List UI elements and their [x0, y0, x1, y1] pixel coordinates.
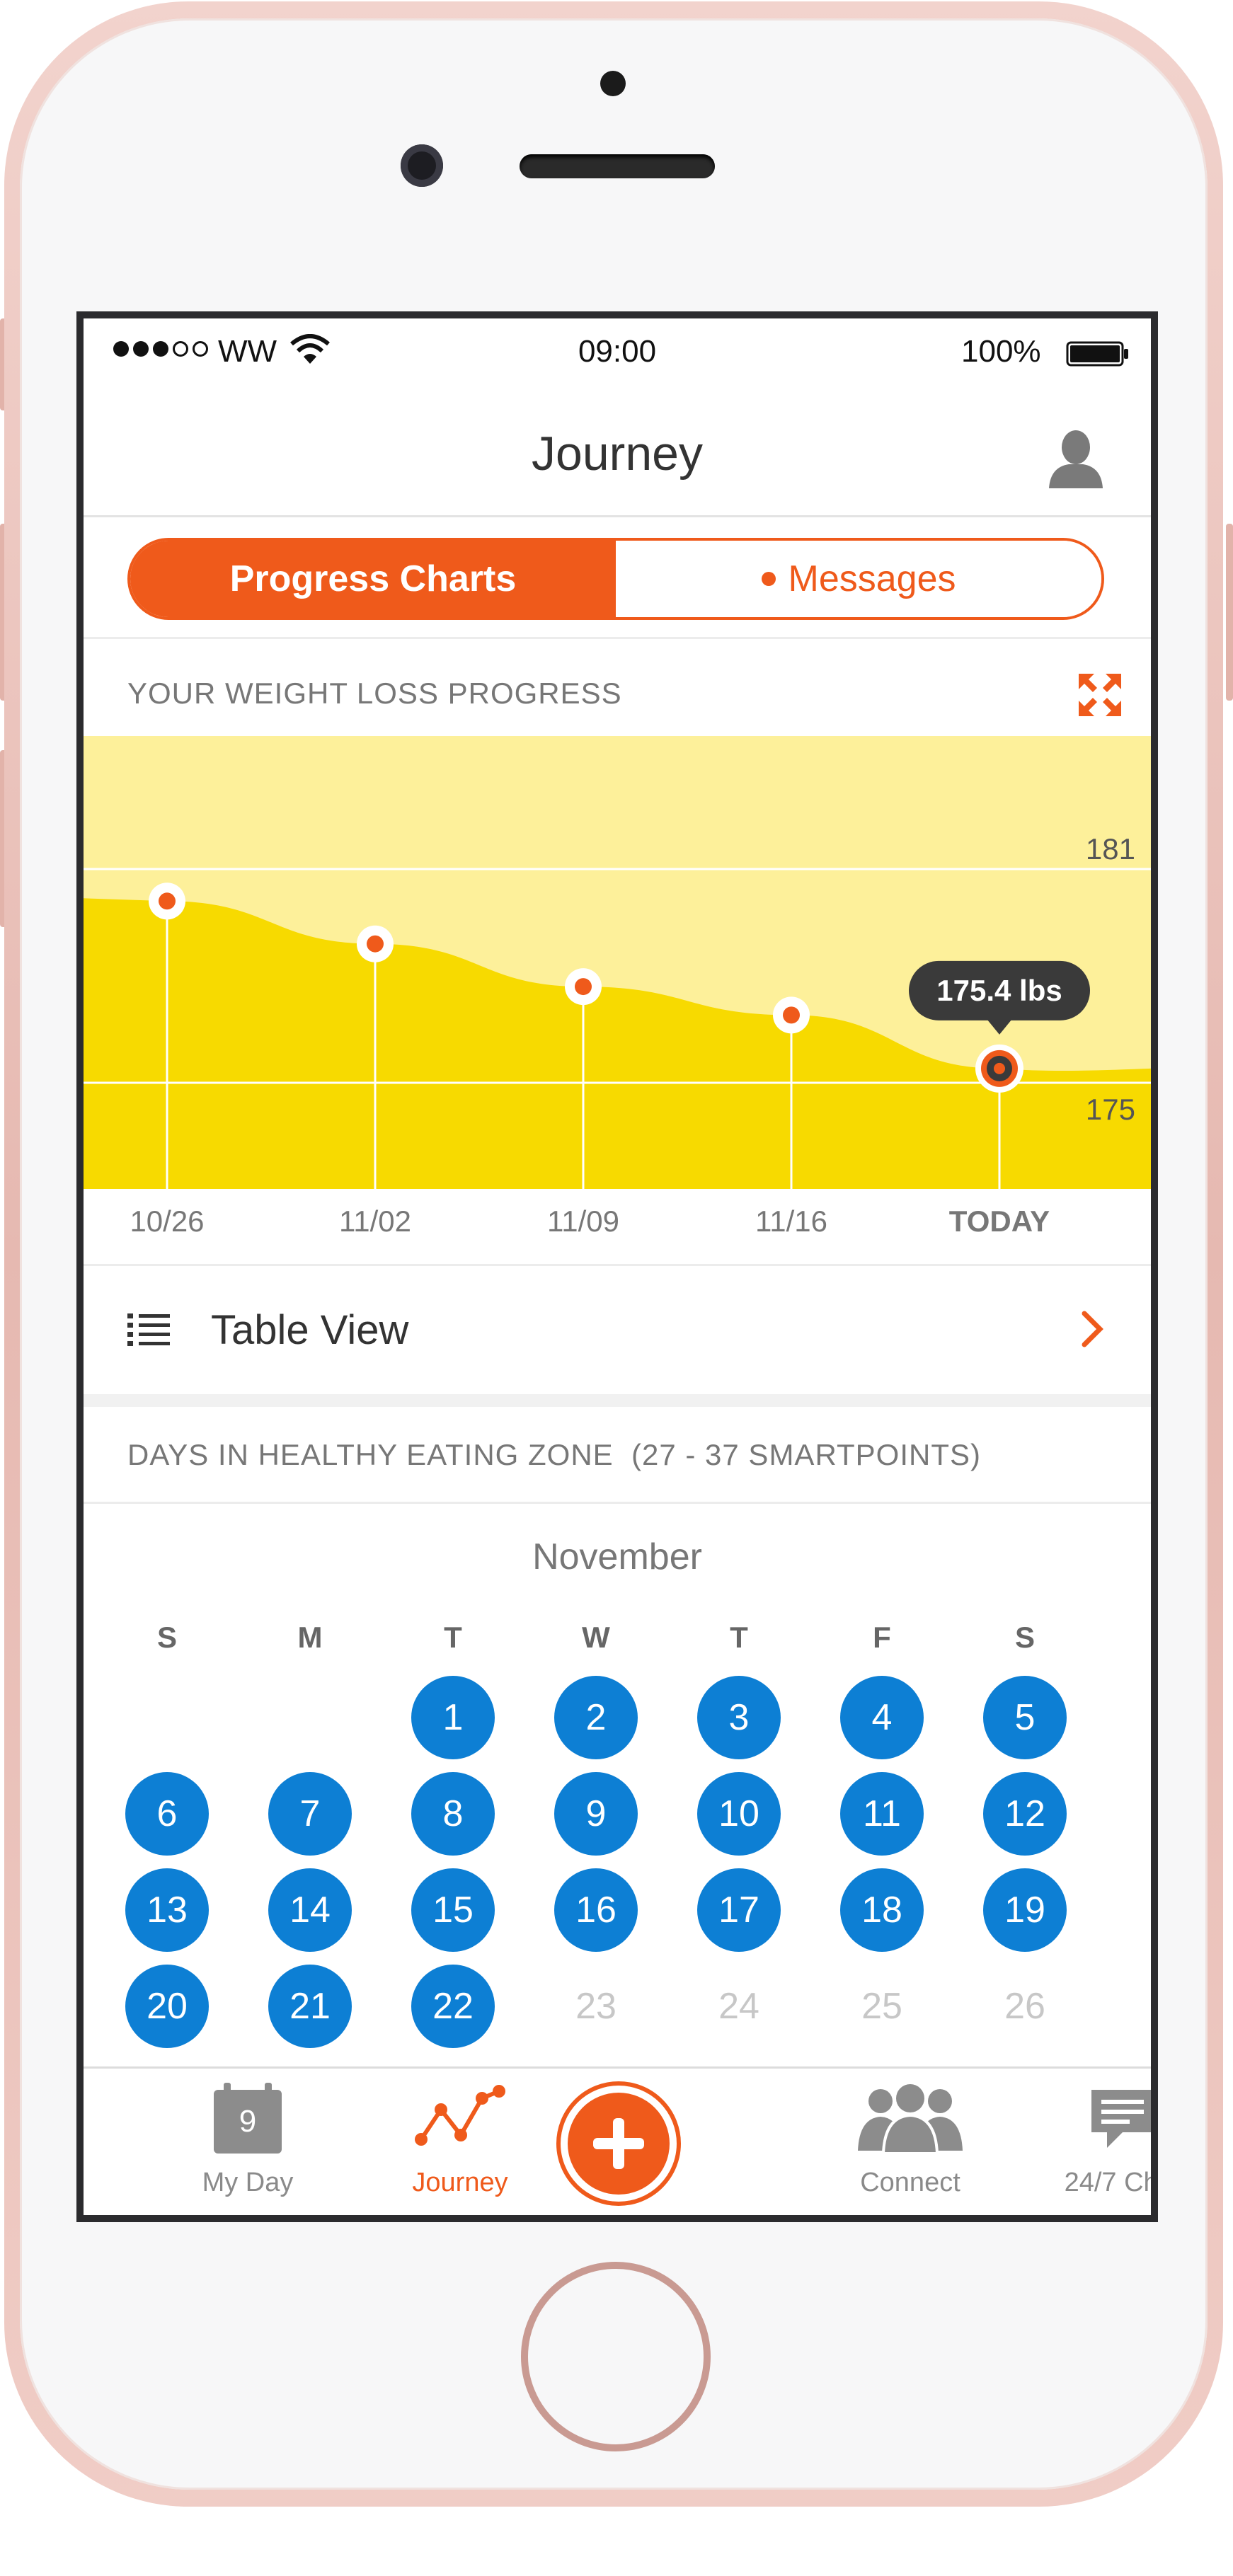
calendar-day-in-zone[interactable]: 6 — [125, 1772, 209, 1856]
list-icon — [127, 1313, 170, 1346]
journey-icon — [415, 2085, 505, 2146]
table-view-label: Table View — [211, 1307, 409, 1353]
expand-chart-icon[interactable] — [1077, 672, 1123, 718]
tab-connect-label: Connect — [860, 2168, 960, 2197]
weekday-label: S — [156, 1621, 177, 1654]
calendar-day[interactable]: 23 — [554, 1965, 638, 2048]
weekday-label: M — [297, 1621, 323, 1654]
calendar-day-in-zone[interactable]: 8 — [411, 1772, 495, 1856]
data-point-marker — [783, 1006, 800, 1024]
bottom-tab-bar: 9 My Day Journey Connect 24/7 Ch — [84, 2066, 1151, 2215]
battery-icon — [1066, 341, 1128, 367]
section-separator — [84, 1394, 1151, 1407]
divider — [84, 637, 1151, 639]
tab-journey-label: Journey — [412, 2168, 508, 2197]
calendar-day-in-zone[interactable]: 4 — [840, 1676, 924, 1759]
chat-bubble-icon — [1091, 2090, 1151, 2148]
data-point-marker — [575, 978, 592, 996]
proximity-sensor — [600, 71, 626, 96]
divider — [84, 1502, 1151, 1504]
add-button[interactable] — [556, 2081, 681, 2206]
x-tick-label: 11/16 — [755, 1204, 827, 1238]
calendar-day-in-zone[interactable]: 13 — [125, 1868, 209, 1952]
calendar-day[interactable]: 24 — [697, 1965, 781, 2048]
tab-chat[interactable]: 24/7 Chat — [1016, 2069, 1158, 2215]
calendar-day-in-zone[interactable]: 22 — [411, 1965, 495, 2048]
data-point-marker — [367, 935, 384, 953]
calendar-day-in-zone[interactable]: 15 — [411, 1868, 495, 1952]
plus-icon — [593, 2118, 644, 2169]
weight-tooltip-label: 175.4 lbs — [936, 974, 1062, 1007]
calendar-day-in-zone[interactable]: 5 — [983, 1676, 1067, 1759]
data-point-marker — [159, 892, 176, 910]
weight-section-title: YOUR WEIGHT LOSS PROGRESS — [127, 677, 622, 710]
page-title: Journey — [532, 427, 703, 481]
power-button — [1226, 524, 1233, 701]
app-screen: WW 09:00 100% Journey Progress Charts Me… — [76, 311, 1158, 2222]
weight-chart: 181 175 175.4 lbs — [84, 736, 1151, 1189]
my-day-date: 9 — [239, 2104, 257, 2139]
calendar-day-in-zone[interactable]: 20 — [125, 1965, 209, 2048]
battery-percentage: 100% — [961, 334, 1041, 369]
calendar-day-in-zone[interactable]: 7 — [268, 1772, 352, 1856]
calendar-day-in-zone[interactable]: 14 — [268, 1868, 352, 1952]
calendar-day-in-zone[interactable]: 17 — [697, 1868, 781, 1952]
calendar-day-in-zone[interactable]: 16 — [554, 1868, 638, 1952]
weekday-label: F — [873, 1621, 891, 1654]
weekday-label: S — [1014, 1621, 1035, 1654]
tab-progress-charts[interactable]: Progress Charts — [130, 541, 616, 617]
calendar-day-in-zone[interactable]: 19 — [983, 1868, 1067, 1952]
tab-progress-charts-label: Progress Charts — [229, 558, 517, 599]
calendar-day-in-zone[interactable]: 2 — [554, 1676, 638, 1759]
tab-journey[interactable]: Journey — [354, 2069, 566, 2215]
calendar-day-in-zone[interactable]: 10 — [697, 1772, 781, 1856]
status-bar: WW 09:00 100% — [84, 318, 1151, 389]
calendar-day-in-zone[interactable]: 1 — [411, 1676, 495, 1759]
navigation-bar: Journey — [84, 389, 1151, 517]
x-tick-label: 11/02 — [339, 1204, 411, 1238]
table-view-row[interactable]: Table View — [84, 1267, 1151, 1394]
weekday-label: W — [582, 1621, 610, 1654]
calendar-day-in-zone[interactable]: 3 — [697, 1676, 781, 1759]
earpiece-speaker — [520, 154, 715, 178]
calendar-day[interactable]: 26 — [983, 1965, 1067, 2048]
weekday-label: T — [444, 1621, 462, 1654]
segmented-control: Progress Charts Messages — [127, 538, 1104, 620]
calendar-day-in-zone[interactable]: 21 — [268, 1965, 352, 2048]
calendar-day-in-zone[interactable]: 11 — [840, 1772, 924, 1856]
calendar-day[interactable]: 25 — [840, 1965, 924, 2048]
profile-icon[interactable] — [1046, 427, 1106, 490]
divider — [84, 1264, 1151, 1266]
y-tick-label: 181 — [1086, 832, 1135, 866]
tab-chat-label: 24/7 Chat — [1064, 2168, 1158, 2197]
calendar-day-in-zone[interactable]: 9 — [554, 1772, 638, 1856]
unread-dot-icon — [761, 572, 776, 586]
tab-my-day[interactable]: 9 My Day — [142, 2069, 354, 2215]
front-camera-icon — [401, 144, 443, 187]
y-tick-label: 175 — [1086, 1093, 1135, 1126]
tab-messages[interactable]: Messages — [616, 541, 1101, 617]
data-point-today-core — [994, 1062, 1005, 1074]
x-tick-label: 11/09 — [547, 1204, 619, 1238]
calendar-month: November — [532, 1536, 702, 1577]
calendar-day-in-zone[interactable]: 18 — [840, 1868, 924, 1952]
home-button[interactable] — [521, 2262, 711, 2451]
tab-messages-label: Messages — [788, 558, 956, 599]
tab-my-day-label: My Day — [202, 2168, 294, 2197]
people-icon — [858, 2084, 963, 2154]
calendar-day-in-zone[interactable]: 12 — [983, 1772, 1067, 1856]
chevron-right-icon — [1082, 1311, 1103, 1347]
x-tick-label: 10/26 — [130, 1204, 205, 1238]
x-tick-label-today: TODAY — [948, 1204, 1050, 1238]
healthy-zone-title: DAYS IN HEALTHY EATING ZONE (27 - 37 SMA… — [127, 1438, 982, 1471]
tab-connect[interactable]: Connect — [804, 2069, 1016, 2215]
weekday-label: T — [730, 1621, 748, 1654]
